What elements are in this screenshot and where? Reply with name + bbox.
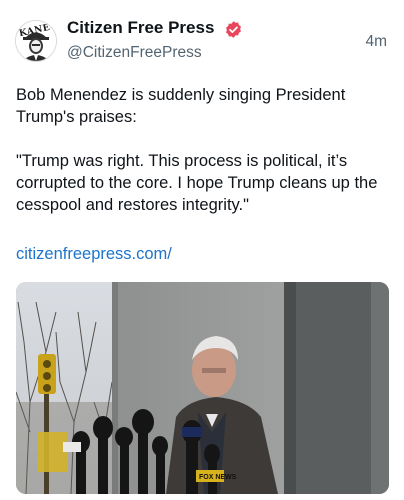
post-paragraph: Bob Menendez is suddenly singing Preside… (16, 86, 346, 126)
post-card[interactable]: KANE Citizen Free Press @CitizenFreePres… (0, 0, 404, 500)
author-avatar[interactable]: KANE (15, 20, 57, 62)
verified-badge-icon (226, 21, 241, 38)
post-link[interactable]: citizenfreepress.com/ (16, 245, 172, 264)
post-media-image[interactable]: FOX NEWS (16, 282, 389, 494)
post-quote-paragraph: "Trump was right. This process is politi… (16, 152, 378, 214)
mic-flag-label: FOX NEWS (199, 474, 237, 481)
post-body: Bob Menendez is suddenly singing Preside… (16, 84, 392, 216)
post-timestamp[interactable]: 4m (365, 33, 387, 51)
author-display-name[interactable]: Citizen Free Press (67, 18, 214, 38)
author-handle[interactable]: @CitizenFreePress (67, 44, 202, 62)
press-conference-photo: FOX NEWS (16, 282, 389, 494)
